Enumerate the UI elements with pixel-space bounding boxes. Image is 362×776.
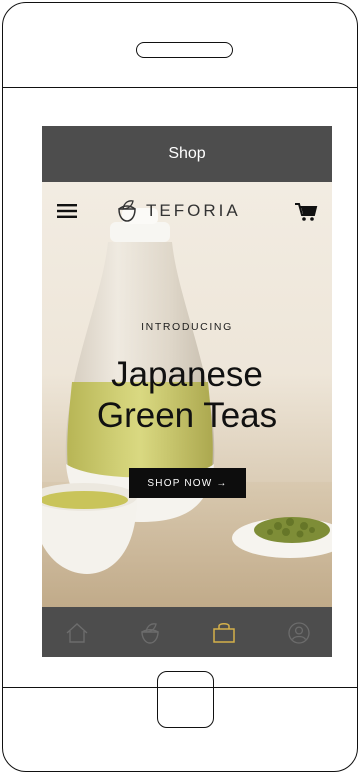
shop-now-button[interactable]: SHOP NOW → bbox=[129, 468, 246, 498]
leaf-bowl-icon[interactable] bbox=[138, 621, 162, 645]
screen-title: Shop bbox=[168, 145, 206, 162]
teforia-logo-icon bbox=[118, 200, 136, 222]
hamburger-menu-icon[interactable] bbox=[57, 204, 77, 218]
brand-name: TEFORIA bbox=[146, 201, 241, 220]
status-bar: Shop bbox=[42, 126, 332, 182]
cart-icon[interactable] bbox=[294, 202, 318, 222]
top-divider bbox=[3, 87, 357, 88]
brand-logo[interactable]: TEFORIA bbox=[116, 196, 241, 226]
bottom-tab-bar bbox=[42, 607, 332, 657]
hero-eyebrow: INTRODUCING bbox=[141, 321, 233, 333]
speaker-slot bbox=[136, 42, 233, 58]
home-icon[interactable] bbox=[65, 621, 89, 645]
shopping-bag-icon[interactable] bbox=[212, 621, 236, 645]
hero-banner: TEFORIA INTRODUCING Japanese Green Teas … bbox=[42, 182, 332, 607]
top-navigation: TEFORIA bbox=[42, 182, 332, 238]
headline-line-1: Japanese bbox=[111, 355, 263, 394]
hero-headline: Japanese Green Teas bbox=[42, 354, 332, 436]
profile-icon[interactable] bbox=[287, 621, 311, 645]
app-screen: Shop TEFORIA INTRODUCING Japanese Green … bbox=[42, 126, 332, 657]
home-button[interactable] bbox=[157, 671, 214, 728]
headline-line-2: Green Teas bbox=[96, 396, 278, 435]
